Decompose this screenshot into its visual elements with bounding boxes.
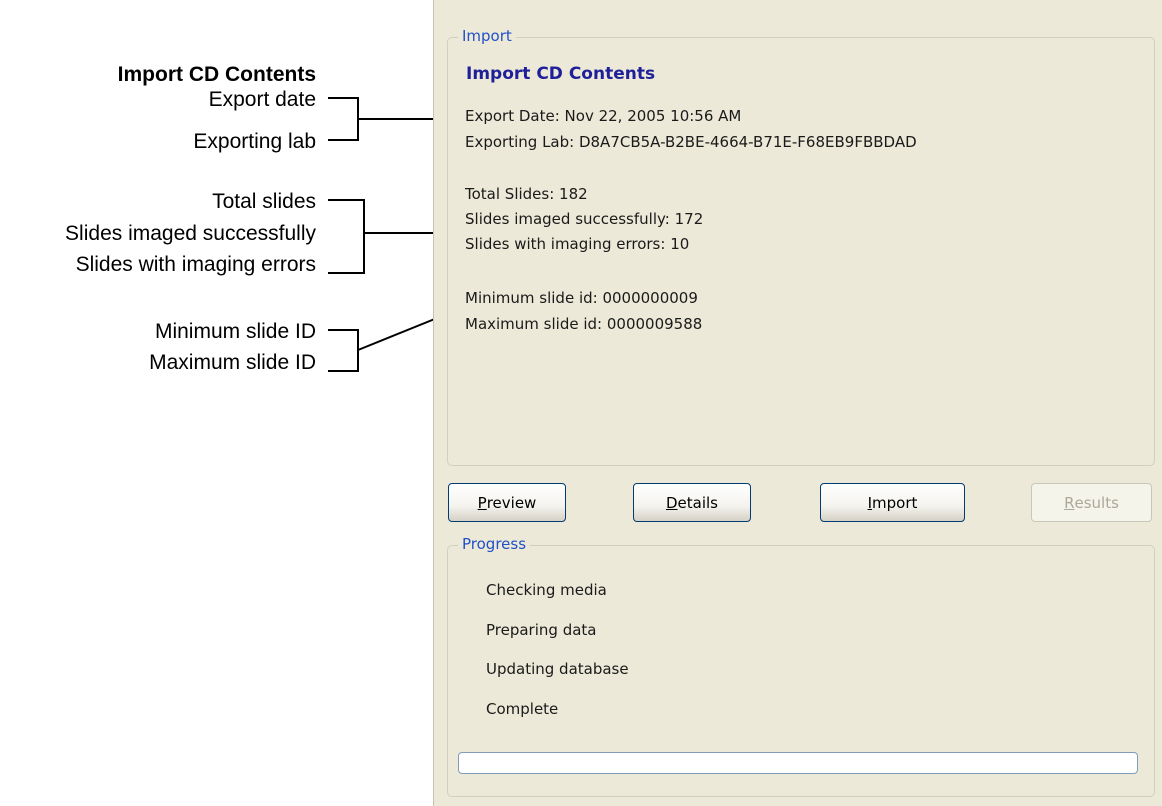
export-date-text: Export Date: Nov 22, 2005 10:56 AM <box>465 107 742 125</box>
details-button[interactable]: Details <box>633 483 751 522</box>
step-checking-media: Checking media <box>486 581 607 599</box>
annotation-total-slides: Total slides <box>212 190 316 213</box>
progress-group-legend: Progress <box>458 535 531 553</box>
import-heading: Import CD Contents <box>466 64 656 84</box>
import-label-rest: mport <box>872 493 918 512</box>
import-group: Import Import CD Contents Export Date: N… <box>447 27 1155 466</box>
results-label-rest: esults <box>1074 493 1119 512</box>
import-group-legend: Import <box>458 27 516 45</box>
results-button[interactable]: Results <box>1031 483 1152 522</box>
max-slide-id-text: Maximum slide id: 0000009588 <box>465 315 703 333</box>
preview-label-rest: review <box>486 493 537 512</box>
details-accelerator: D <box>665 493 678 512</box>
import-progress-bar <box>458 752 1138 774</box>
preview-accelerator: P <box>477 493 487 512</box>
step-preparing-data: Preparing data <box>486 621 597 639</box>
bracket-export-info <box>328 97 359 141</box>
progress-group: Progress Checking media Preparing data U… <box>447 535 1155 797</box>
annotation-title: Import CD Contents <box>117 63 316 86</box>
preview-button[interactable]: Preview <box>448 483 566 522</box>
annotation-min-id: Minimum slide ID <box>154 320 316 343</box>
step-updating-database: Updating database <box>486 660 629 678</box>
total-slides-text: Total Slides: 182 <box>465 185 588 203</box>
annotation-exporting-lab: Exporting lab <box>193 130 316 153</box>
import-button[interactable]: Import <box>820 483 965 522</box>
slides-success-text: Slides imaged successfully: 172 <box>465 210 704 228</box>
slides-errors-text: Slides with imaging errors: 10 <box>465 235 690 253</box>
bracket-slide-counts <box>328 199 365 274</box>
annotation-slides-errors: Slides with imaging errors <box>75 253 316 276</box>
step-complete: Complete <box>486 700 559 718</box>
import-panel: Import Import CD Contents Export Date: N… <box>433 0 1162 806</box>
annotation-max-id: Maximum slide ID <box>149 351 316 374</box>
min-slide-id-text: Minimum slide id: 0000000009 <box>465 289 698 307</box>
results-accelerator: R <box>1064 493 1075 512</box>
annotation-slides-success: Slides imaged successfully <box>65 222 316 245</box>
bracket-slide-ids <box>328 329 359 372</box>
details-label-rest: etails <box>677 493 718 512</box>
exporting-lab-text: Exporting Lab: D8A7CB5A-B2BE-4664-B71E-F… <box>465 133 917 151</box>
annotation-export-date: Export date <box>208 88 316 111</box>
